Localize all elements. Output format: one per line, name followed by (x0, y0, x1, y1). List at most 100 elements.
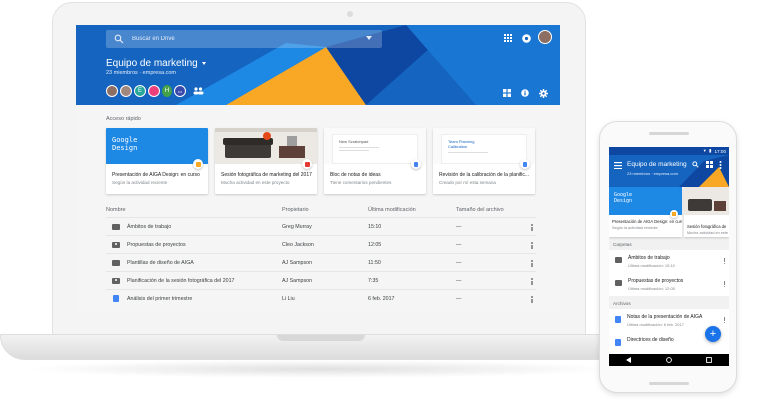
info-icon[interactable] (520, 88, 530, 98)
more-members-icon[interactable]: ••• (174, 85, 186, 97)
thumb-text: Google Design (614, 192, 633, 204)
battery-icon: ▮ (708, 148, 712, 153)
back-icon[interactable] (626, 357, 632, 363)
more-options-icon[interactable] (723, 258, 725, 264)
phone-more-icon[interactable] (719, 161, 722, 169)
search-bar[interactable] (106, 30, 382, 48)
photo-badge-icon (302, 159, 312, 169)
more-options-icon[interactable] (531, 296, 533, 303)
item-meta: Última modificación: 15:10 (628, 263, 675, 268)
phone-quick-access: Google Design Presentación de AIGA Desig… (609, 187, 729, 237)
laptop-notch (277, 335, 365, 341)
file-owner: Li Liu (282, 295, 295, 302)
quick-access-card[interactable]: Sesión fotográfica de marketing del 2017… (215, 128, 317, 194)
member-avatars: E H ••• (106, 85, 204, 97)
card-subtitle: Tiene comentarios pendientes (330, 180, 392, 185)
member-avatar[interactable] (148, 85, 160, 97)
item-name: Propuestas de proyectos (628, 278, 684, 284)
table-row[interactable]: Análisis del primer trimestre Li Liu 6 f… (106, 289, 536, 307)
settings-gear-icon[interactable] (538, 88, 548, 98)
column-modified[interactable]: Última modificación (368, 207, 456, 213)
more-options-icon[interactable] (531, 260, 533, 267)
file-size: — (456, 223, 462, 230)
grid-view-icon[interactable] (502, 88, 512, 98)
thumb-text: New Scratchpad (339, 139, 369, 144)
quick-access-card[interactable]: New Scratchpad Bloc de notas de ideas Ti… (324, 128, 426, 194)
section-files-label: Archivos (609, 296, 729, 309)
recents-icon[interactable] (706, 357, 712, 363)
card-subtitle: Creado por mí esta semana (439, 180, 496, 185)
file-name: Plantillas de diseño de AIGA (127, 259, 194, 266)
folder-icon (112, 259, 120, 266)
table-row[interactable]: Ámbitos de trabajo Greg Murray 15:10 — (106, 217, 536, 235)
item-meta: Última modificación: 6 feb. 2017 (627, 322, 684, 327)
photo-image (684, 187, 729, 215)
file-name: Planificación de la sesión fotográfica d… (127, 277, 235, 284)
section-folders-label: Carpetas (609, 237, 729, 250)
search-options-chevron-icon[interactable] (366, 36, 372, 40)
home-icon[interactable] (666, 357, 672, 363)
thumb-text: Team Planning Calibration (448, 139, 475, 149)
search-input[interactable] (132, 36, 352, 42)
member-avatar[interactable]: H (162, 85, 172, 97)
card-thumbnail: Google Design (106, 128, 208, 164)
column-size[interactable]: Tamaño del archivo (456, 207, 526, 213)
more-options-icon[interactable] (531, 278, 533, 285)
phone-team-name[interactable]: Equipo de marketing (627, 161, 687, 168)
apps-grid-icon[interactable] (503, 33, 513, 43)
member-avatar[interactable]: E (134, 85, 146, 97)
file-modified: 6 feb. 2017 (368, 295, 395, 302)
menu-icon[interactable] (614, 162, 622, 169)
file-list: Nombre Propietario Última modificación T… (106, 203, 536, 307)
file-list-header: Nombre Propietario Última modificación T… (106, 203, 536, 217)
search-icon (114, 34, 124, 44)
doc-icon (615, 316, 621, 323)
laptop-base (0, 334, 640, 360)
shared-folder-icon (112, 241, 120, 248)
android-nav-bar (609, 354, 729, 366)
user-avatar[interactable] (538, 30, 552, 44)
team-menu-chevron-icon[interactable] (201, 62, 206, 65)
table-row[interactable]: Plantillas de diseño de AIGA AJ Sampson … (106, 253, 536, 271)
card-subtitle: Según la actividad reciente (112, 180, 168, 185)
file-size: — (456, 241, 462, 248)
phone-search-icon[interactable] (692, 161, 699, 168)
account-icon[interactable] (521, 33, 531, 43)
phone-grid-view-icon[interactable] (706, 161, 713, 168)
file-name: Ámbitos de trabajo (127, 223, 172, 230)
shared-folder-icon (112, 277, 120, 284)
column-name[interactable]: Nombre (106, 207, 282, 213)
card-title: Sesión fotográfica de (687, 224, 727, 229)
team-drive-header: Equipo de marketing 23 miembros · empres… (76, 25, 560, 105)
more-options-icon[interactable] (531, 242, 533, 249)
team-name: Equipo de marketing (106, 58, 198, 69)
signal-icon: ▾ (703, 148, 706, 153)
card-title: Presentación de AIGA Design: en curso (612, 219, 682, 224)
member-avatar[interactable] (120, 85, 132, 97)
phone-quick-access-card[interactable]: Google Design Presentación de AIGA Desig… (609, 187, 682, 237)
more-options-icon[interactable] (723, 317, 725, 323)
table-row[interactable]: Planificación de la sesión fotográfica d… (106, 271, 536, 289)
more-options-icon[interactable] (723, 281, 725, 287)
phone-speaker (649, 132, 689, 135)
phone-team-subtitle: 23 miembros · empresa.com (627, 171, 678, 176)
item-name: Notas de la presentación de AIGA (627, 314, 703, 320)
card-subtitle: Según la actividad reciente (612, 226, 658, 230)
list-item[interactable]: Ámbitos de trabajo Última modificación: 1… (609, 250, 729, 273)
card-title: Presentación de AIGA Design: en curso (112, 172, 200, 178)
column-owner[interactable]: Propietario (282, 207, 368, 213)
file-modified: 15:10 (368, 223, 382, 230)
status-time: 17:00 (714, 148, 727, 154)
add-new-button[interactable]: + (705, 326, 721, 342)
team-title[interactable]: Equipo de marketing (106, 58, 206, 69)
quick-access-card[interactable]: Google Design Presentación de AIGA Desig… (106, 128, 208, 194)
docs-badge-icon (411, 159, 421, 169)
list-item[interactable]: Propuestas de proyectos Última modificaci… (609, 273, 729, 296)
member-avatar[interactable] (106, 85, 118, 97)
more-options-icon[interactable] (531, 224, 533, 231)
quick-access-card[interactable]: Team Planning Calibration Revisión de la… (433, 128, 535, 194)
add-member-icon[interactable] (192, 85, 204, 97)
phone-quick-access-card[interactable]: Sesión fotográfica de Mucha actividad en… (684, 187, 729, 237)
file-modified: 11:50 (368, 259, 381, 266)
table-row[interactable]: Propuestas de proyectos Cleo Jackson 12:… (106, 235, 536, 253)
